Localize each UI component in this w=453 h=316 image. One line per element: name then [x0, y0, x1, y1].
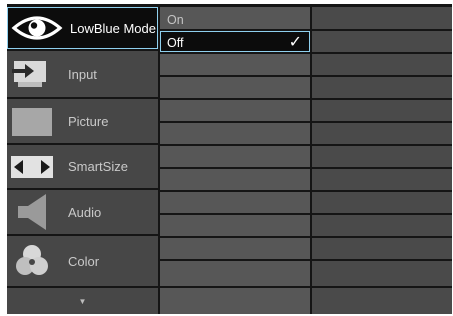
- picture-icon: [7, 99, 57, 143]
- detail-row: [312, 215, 452, 236]
- detail-row: [312, 192, 452, 213]
- detail-row: [312, 31, 452, 52]
- submenu-options: On Off ✓: [160, 4, 310, 314]
- main-menu: LowBlue Mode Input Picture SmartSize Aud…: [7, 4, 158, 314]
- option-label: On: [167, 13, 184, 27]
- option-empty: [160, 123, 310, 144]
- detail-row: [312, 77, 452, 98]
- detail-row: [312, 54, 452, 75]
- option-empty: [160, 54, 310, 75]
- menu-item-label: Input: [68, 66, 97, 82]
- checkmark-icon: ✓: [288, 34, 302, 51]
- menu-item-label: LowBlue Mode: [70, 20, 156, 36]
- option-empty: [160, 261, 310, 286]
- eye-icon: [7, 7, 67, 49]
- chevron-down-icon: ▼: [78, 296, 87, 306]
- option-empty: [160, 169, 310, 190]
- option-label: Off: [167, 36, 184, 50]
- detail-row: [312, 261, 452, 286]
- audio-icon: [7, 190, 57, 234]
- menu-item-smartsize[interactable]: SmartSize: [7, 145, 158, 188]
- detail-row: [312, 238, 452, 259]
- option-empty: [160, 100, 310, 121]
- menu-item-label: Audio: [68, 204, 102, 220]
- detail-row: [312, 123, 452, 144]
- option-on[interactable]: On: [160, 7, 310, 29]
- input-icon: [7, 51, 57, 97]
- option-off[interactable]: Off ✓: [160, 31, 310, 52]
- detail-row: [312, 100, 452, 121]
- option-empty: [160, 215, 310, 236]
- smartsize-icon: [7, 145, 57, 188]
- menu-item-label: Color: [68, 253, 100, 269]
- color-icon: [7, 236, 57, 286]
- option-empty: [160, 238, 310, 259]
- menu-item-color[interactable]: Color: [7, 236, 158, 286]
- detail-row: [312, 146, 452, 167]
- menu-item-lowblue-mode[interactable]: LowBlue Mode: [7, 7, 158, 49]
- menu-item-label: Picture: [68, 113, 109, 129]
- detail-row: [312, 288, 452, 314]
- detail-row: [312, 7, 452, 29]
- detail-row: [312, 169, 452, 190]
- scroll-down-button[interactable]: ▼: [7, 288, 158, 314]
- menu-item-audio[interactable]: Audio: [7, 190, 158, 234]
- submenu-detail: [312, 4, 452, 314]
- option-empty: [160, 146, 310, 167]
- option-empty: [160, 288, 310, 314]
- menu-item-picture[interactable]: Picture: [7, 99, 158, 143]
- menu-item-input[interactable]: Input: [7, 51, 158, 97]
- option-empty: [160, 77, 310, 98]
- menu-item-label: SmartSize: [68, 159, 128, 174]
- option-empty: [160, 192, 310, 213]
- osd-menu: LowBlue Mode Input Picture SmartSize Aud…: [7, 4, 452, 314]
